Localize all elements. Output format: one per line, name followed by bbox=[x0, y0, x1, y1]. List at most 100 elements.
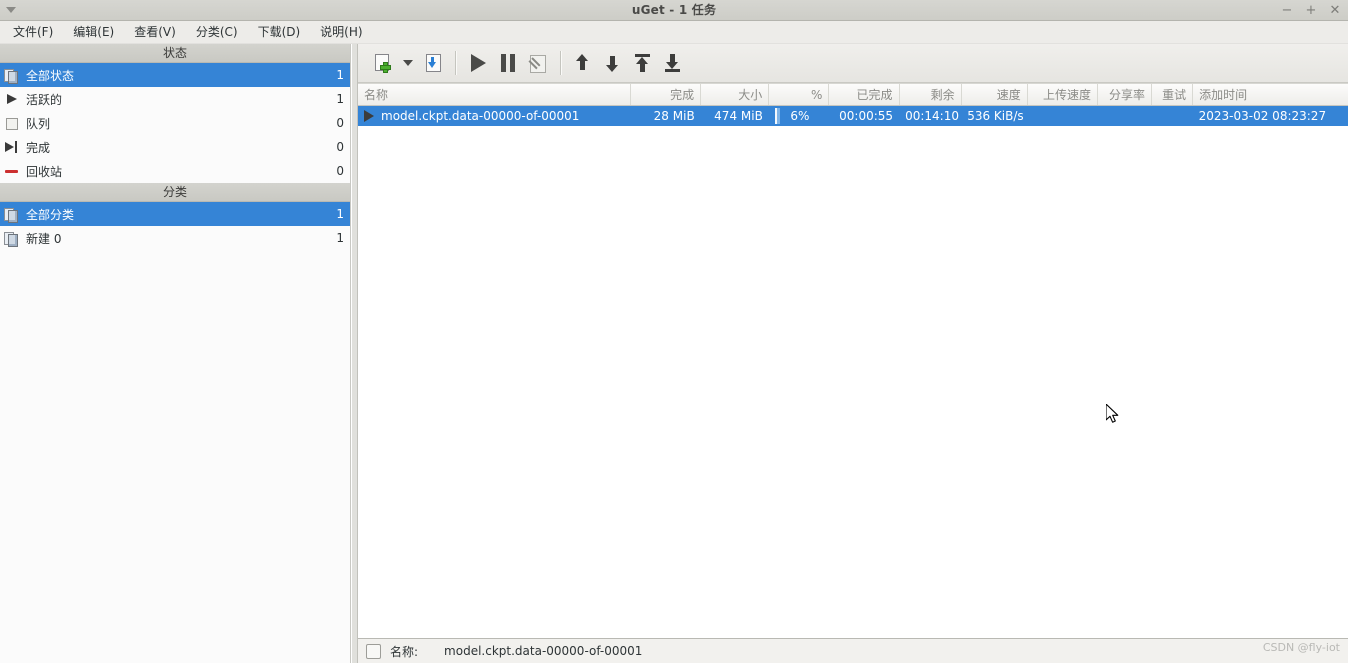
new-task-icon bbox=[373, 53, 393, 73]
close-button[interactable]: ✕ bbox=[1328, 2, 1342, 18]
watermark: CSDN @fly-iot bbox=[1262, 641, 1340, 654]
status-bar: 名称: model.ckpt.data-00000-of-00001 CSDN … bbox=[358, 638, 1348, 663]
sidebar-item-recycled[interactable]: 回收站 0 bbox=[0, 159, 350, 183]
new-download-menu-button[interactable] bbox=[398, 48, 418, 78]
sidebar-item-count: 1 bbox=[336, 207, 344, 221]
cell-size: 474 MiB bbox=[700, 105, 769, 126]
toolbar bbox=[358, 44, 1348, 83]
cell-name: model.ckpt.data-00000-of-00001 bbox=[358, 105, 631, 126]
sidebar-item-active[interactable]: 活跃的 1 bbox=[0, 87, 350, 111]
import-download-button[interactable] bbox=[418, 48, 448, 78]
cell-added-time: 2023-03-02 08:23:27 bbox=[1192, 105, 1348, 126]
cell-completed: 28 MiB bbox=[630, 105, 701, 126]
minimize-button[interactable]: − bbox=[1280, 2, 1294, 18]
menu-download[interactable]: 下载(D) bbox=[248, 22, 311, 42]
minus-icon bbox=[4, 163, 20, 179]
start-download-button[interactable] bbox=[463, 48, 493, 78]
task-list: 名称 完成 大小 % 已完成 剩余 速度 上传速度 分享率 重试 添加时间 mo… bbox=[358, 83, 1348, 638]
sidebar-item-label: 完成 bbox=[26, 140, 51, 155]
caret-down-icon bbox=[403, 60, 413, 66]
arrow-to-top-icon bbox=[634, 53, 652, 73]
arrow-down-icon bbox=[604, 53, 622, 73]
menu-file[interactable]: 文件(F) bbox=[3, 22, 63, 42]
sidebar: 状态 全部状态 1 活跃的 1 队列 0 完成 0 回收站 0 分类 全部分类 … bbox=[0, 44, 351, 663]
pages-icon bbox=[4, 206, 20, 223]
move-to-top-button[interactable] bbox=[628, 48, 658, 78]
sidebar-item-count: 0 bbox=[336, 140, 344, 154]
maximize-button[interactable]: + bbox=[1304, 2, 1318, 18]
status-checkbox[interactable] bbox=[366, 643, 381, 659]
panel-splitter[interactable] bbox=[351, 44, 358, 663]
new-download-button[interactable] bbox=[368, 48, 398, 78]
sidebar-empty-area bbox=[0, 250, 350, 663]
task-table: 名称 完成 大小 % 已完成 剩余 速度 上传速度 分享率 重试 添加时间 mo… bbox=[358, 84, 1348, 126]
column-header-speed[interactable]: 速度 bbox=[961, 84, 1028, 106]
play-icon bbox=[364, 110, 374, 122]
column-header-upload-speed[interactable]: 上传速度 bbox=[1027, 84, 1098, 106]
sidebar-item-label: 全部状态 bbox=[26, 68, 75, 83]
uget-window: uGet - 1 任务 − + ✕ 文件(F) 编辑(E) 查看(V) 分类(C… bbox=[0, 0, 1348, 663]
status-section-header: 状态 bbox=[0, 44, 350, 63]
table-header-row: 名称 完成 大小 % 已完成 剩余 速度 上传速度 分享率 重试 添加时间 bbox=[358, 84, 1348, 106]
sidebar-item-count: 1 bbox=[336, 231, 344, 245]
sidebar-item-new-category[interactable]: 新建 0 1 bbox=[0, 226, 350, 250]
column-header-percent[interactable]: % bbox=[768, 84, 830, 106]
pages-icon bbox=[4, 230, 20, 247]
column-header-name[interactable]: 名称 bbox=[358, 84, 632, 106]
menu-category[interactable]: 分类(C) bbox=[186, 22, 248, 42]
move-down-button[interactable] bbox=[598, 48, 628, 78]
column-header-elapsed[interactable]: 已完成 bbox=[828, 84, 900, 106]
window-controls: − + ✕ bbox=[1280, 0, 1342, 20]
wrench-icon bbox=[528, 53, 548, 73]
arrow-up-icon bbox=[574, 53, 592, 73]
arrow-to-bar-icon bbox=[4, 139, 20, 155]
move-to-bottom-button[interactable] bbox=[658, 48, 688, 78]
square-icon bbox=[4, 115, 20, 131]
column-header-retry[interactable]: 重试 bbox=[1151, 84, 1194, 106]
sidebar-item-label: 活跃的 bbox=[26, 92, 63, 107]
menu-bar: 文件(F) 编辑(E) 查看(V) 分类(C) 下载(D) 说明(H) bbox=[0, 21, 1348, 44]
column-header-size[interactable]: 大小 bbox=[700, 84, 770, 106]
sidebar-item-queue[interactable]: 队列 0 bbox=[0, 111, 350, 135]
task-name: model.ckpt.data-00000-of-00001 bbox=[381, 109, 580, 123]
pause-download-button[interactable] bbox=[493, 48, 523, 78]
status-list: 全部状态 1 活跃的 1 队列 0 完成 0 回收站 0 bbox=[0, 63, 350, 183]
play-icon bbox=[470, 54, 486, 72]
cell-remaining: 00:14:10 bbox=[899, 105, 962, 126]
pause-icon bbox=[501, 54, 515, 72]
sidebar-item-label: 新建 0 bbox=[26, 231, 62, 246]
cell-speed: 536 KiB/s bbox=[961, 105, 1028, 126]
sidebar-item-all-status[interactable]: 全部状态 1 bbox=[0, 63, 350, 87]
download-settings-button[interactable] bbox=[523, 48, 553, 78]
sidebar-item-count: 0 bbox=[336, 116, 344, 130]
column-header-share-ratio[interactable]: 分享率 bbox=[1097, 84, 1153, 106]
cell-retry bbox=[1151, 105, 1193, 126]
right-pane: 名称 完成 大小 % 已完成 剩余 速度 上传速度 分享率 重试 添加时间 mo… bbox=[358, 44, 1348, 663]
cell-upload-speed bbox=[1027, 105, 1098, 126]
import-icon bbox=[423, 53, 443, 73]
progress-bar: 6% bbox=[774, 108, 823, 124]
column-header-completed[interactable]: 完成 bbox=[630, 84, 702, 106]
sidebar-item-finished[interactable]: 完成 0 bbox=[0, 135, 350, 159]
menu-edit[interactable]: 编辑(E) bbox=[63, 22, 124, 42]
menu-view[interactable]: 查看(V) bbox=[124, 22, 186, 42]
category-section-header: 分类 bbox=[0, 183, 350, 202]
title-bar: uGet - 1 任务 − + ✕ bbox=[0, 0, 1348, 21]
toolbar-separator bbox=[455, 51, 456, 75]
column-header-remaining[interactable]: 剩余 bbox=[899, 84, 962, 106]
sidebar-item-count: 0 bbox=[336, 164, 344, 178]
progress-bar-label: 6% bbox=[790, 109, 810, 123]
sidebar-item-all-categories[interactable]: 全部分类 1 bbox=[0, 202, 350, 226]
menu-help[interactable]: 说明(H) bbox=[310, 22, 372, 42]
cell-percent: 6% bbox=[768, 105, 829, 126]
toolbar-separator bbox=[560, 51, 561, 75]
arrow-to-bottom-icon bbox=[664, 53, 682, 73]
column-header-added-time[interactable]: 添加时间 bbox=[1192, 84, 1348, 106]
sidebar-item-label: 队列 bbox=[26, 116, 51, 131]
move-up-button[interactable] bbox=[568, 48, 598, 78]
cell-share-ratio bbox=[1097, 105, 1152, 126]
table-row[interactable]: model.ckpt.data-00000-of-00001 28 MiB 47… bbox=[358, 105, 1348, 126]
sidebar-item-count: 1 bbox=[336, 68, 344, 82]
pages-icon bbox=[4, 67, 20, 84]
sidebar-item-label: 全部分类 bbox=[26, 207, 75, 222]
